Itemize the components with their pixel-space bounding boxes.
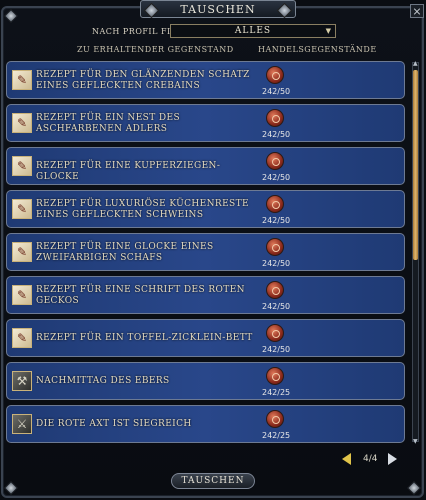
close-icon: × bbox=[412, 4, 422, 18]
currency-count: 242/50 bbox=[262, 87, 291, 96]
corner-gem-icon bbox=[3, 8, 19, 24]
row-label: Rezept für eine Glocke eines zweifarbige… bbox=[36, 242, 214, 263]
scroll-up-icon[interactable]: ▲ bbox=[413, 60, 418, 67]
filter-value: Alles bbox=[234, 26, 272, 36]
currency-coin-icon[interactable] bbox=[266, 109, 284, 127]
column-header-item: Zu erhaltender Gegenstand bbox=[77, 45, 234, 54]
chevron-down-icon: ▼ bbox=[325, 27, 332, 35]
recipe-scroll-icon[interactable]: ✎ bbox=[12, 285, 32, 305]
corner-gem-icon bbox=[3, 480, 19, 496]
column-header-trade-items: Handelsgegenstände bbox=[258, 45, 377, 54]
recipe-scroll-icon[interactable]: ✎ bbox=[12, 199, 32, 219]
row-label: Rezept für den glänzenden Schatz eines g… bbox=[36, 70, 250, 91]
next-page-icon[interactable] bbox=[388, 453, 397, 465]
currency-count: 242/50 bbox=[262, 259, 291, 268]
currency-count: 242/50 bbox=[262, 216, 291, 225]
corner-gem-icon bbox=[406, 480, 422, 496]
right-gem-icon bbox=[276, 2, 293, 19]
currency-coin-icon[interactable] bbox=[266, 410, 284, 428]
trade-row[interactable]: ⚒ Nachmittag des Ebers 242/25 bbox=[6, 362, 405, 400]
currency-count: 242/25 bbox=[262, 431, 291, 440]
currency-count: 242/50 bbox=[262, 345, 291, 354]
recipe-scroll-icon[interactable]: ✎ bbox=[12, 156, 32, 176]
trade-row[interactable]: ✎ Rezept für eine Kupferziegen-Glocke 242/… bbox=[6, 147, 405, 185]
filter-dropdown[interactable]: Alles ▼ bbox=[170, 24, 336, 38]
window-title: Tauschen bbox=[140, 0, 296, 19]
trade-row[interactable]: ✎ Rezept für ein Nest des aschfarbenen Ad… bbox=[6, 104, 405, 142]
currency-coin-icon[interactable] bbox=[266, 195, 284, 213]
axe-icon[interactable]: ⚔ bbox=[12, 414, 32, 434]
currency-coin-icon[interactable] bbox=[266, 281, 284, 299]
trade-row[interactable]: ✎ Rezept für ein Toffel-Zicklein-Bett 242/… bbox=[6, 319, 405, 357]
page-indicator: 4/4 bbox=[363, 454, 378, 464]
row-label: Nachmittag des Ebers bbox=[36, 376, 170, 386]
previous-page-icon[interactable] bbox=[342, 453, 351, 465]
currency-coin-icon[interactable] bbox=[266, 238, 284, 256]
trade-row[interactable]: ✎ Rezept für eine Schrift des roten Gecko… bbox=[6, 276, 405, 314]
close-button[interactable]: × bbox=[410, 4, 424, 18]
row-label: Die Rote Axt ist siegreich bbox=[36, 419, 192, 429]
recipe-scroll-icon[interactable]: ✎ bbox=[12, 328, 32, 348]
row-label: Rezept für eine Schrift des roten Geckos bbox=[36, 285, 245, 306]
trade-row[interactable]: ⚔ Die Rote Axt ist siegreich 242/25 bbox=[6, 405, 405, 443]
left-gem-icon bbox=[143, 2, 160, 19]
recipe-scroll-icon[interactable]: ✎ bbox=[12, 70, 32, 90]
trade-row[interactable]: ✎ Rezept für luxuriöse Küchenreste eines … bbox=[6, 190, 405, 228]
currency-coin-icon[interactable] bbox=[266, 367, 284, 385]
recipe-scroll-icon[interactable]: ✎ bbox=[12, 113, 32, 133]
row-label: Rezept für ein Toffel-Zicklein-Bett bbox=[36, 333, 253, 343]
trade-row[interactable]: ✎ Rezept für eine Glocke eines zweifarbig… bbox=[6, 233, 405, 271]
recipe-scroll-icon[interactable]: ✎ bbox=[12, 242, 32, 262]
currency-coin-icon[interactable] bbox=[266, 152, 284, 170]
currency-count: 242/25 bbox=[262, 388, 291, 397]
scroll-thumb[interactable] bbox=[413, 70, 418, 260]
window-title-text: Tauschen bbox=[180, 2, 256, 16]
row-label: Rezept für eine Kupferziegen-Glocke bbox=[36, 161, 221, 182]
trade-row[interactable]: ✎ Rezept für den glänzenden Schatz eines … bbox=[6, 61, 405, 99]
row-label: Rezept für luxuriöse Küchenreste eines g… bbox=[36, 199, 249, 220]
currency-coin-icon[interactable] bbox=[266, 324, 284, 342]
trade-button[interactable]: Tauschen bbox=[171, 473, 255, 489]
trade-button-label: Tauschen bbox=[181, 476, 245, 486]
scroll-down-icon[interactable]: ▼ bbox=[413, 438, 418, 445]
currency-count: 242/50 bbox=[262, 173, 291, 182]
currency-count: 242/50 bbox=[262, 130, 291, 139]
currency-count: 242/50 bbox=[262, 302, 291, 311]
currency-coin-icon[interactable] bbox=[266, 66, 284, 84]
tool-icon[interactable]: ⚒ bbox=[12, 371, 32, 391]
row-label: Rezept für ein Nest des aschfarbenen Adl… bbox=[36, 113, 181, 134]
